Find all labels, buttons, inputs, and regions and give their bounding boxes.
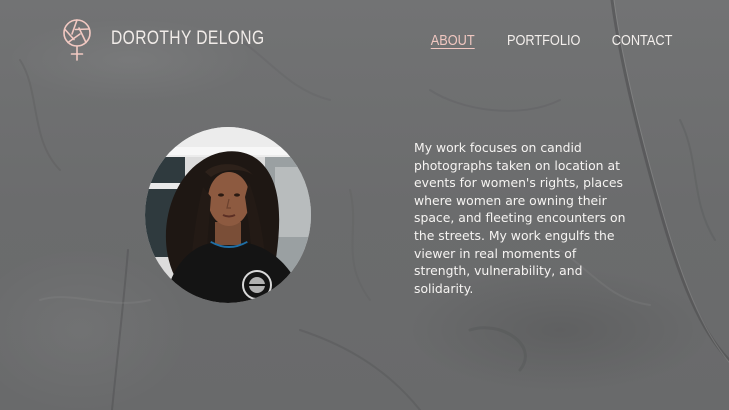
nav-about-link[interactable]: ABOUT: [430, 32, 474, 49]
female-symbol-aperture-icon: [63, 19, 91, 61]
bio-text: My work focuses on candid photographs ta…: [414, 140, 626, 296]
main-nav: ABOUT PORTFOLIO CONTACT: [403, 32, 672, 49]
nav-contact-link[interactable]: CONTACT: [611, 32, 672, 49]
nav-portfolio-link[interactable]: PORTFOLIO: [507, 32, 580, 49]
portrait-photo: [145, 127, 311, 303]
page-background: DOROTHY DELONG ABOUT PORTFOLIO CONTACT M…: [0, 0, 729, 410]
logo[interactable]: [60, 18, 94, 62]
brand-name[interactable]: DOROTHY DELONG: [111, 28, 264, 50]
